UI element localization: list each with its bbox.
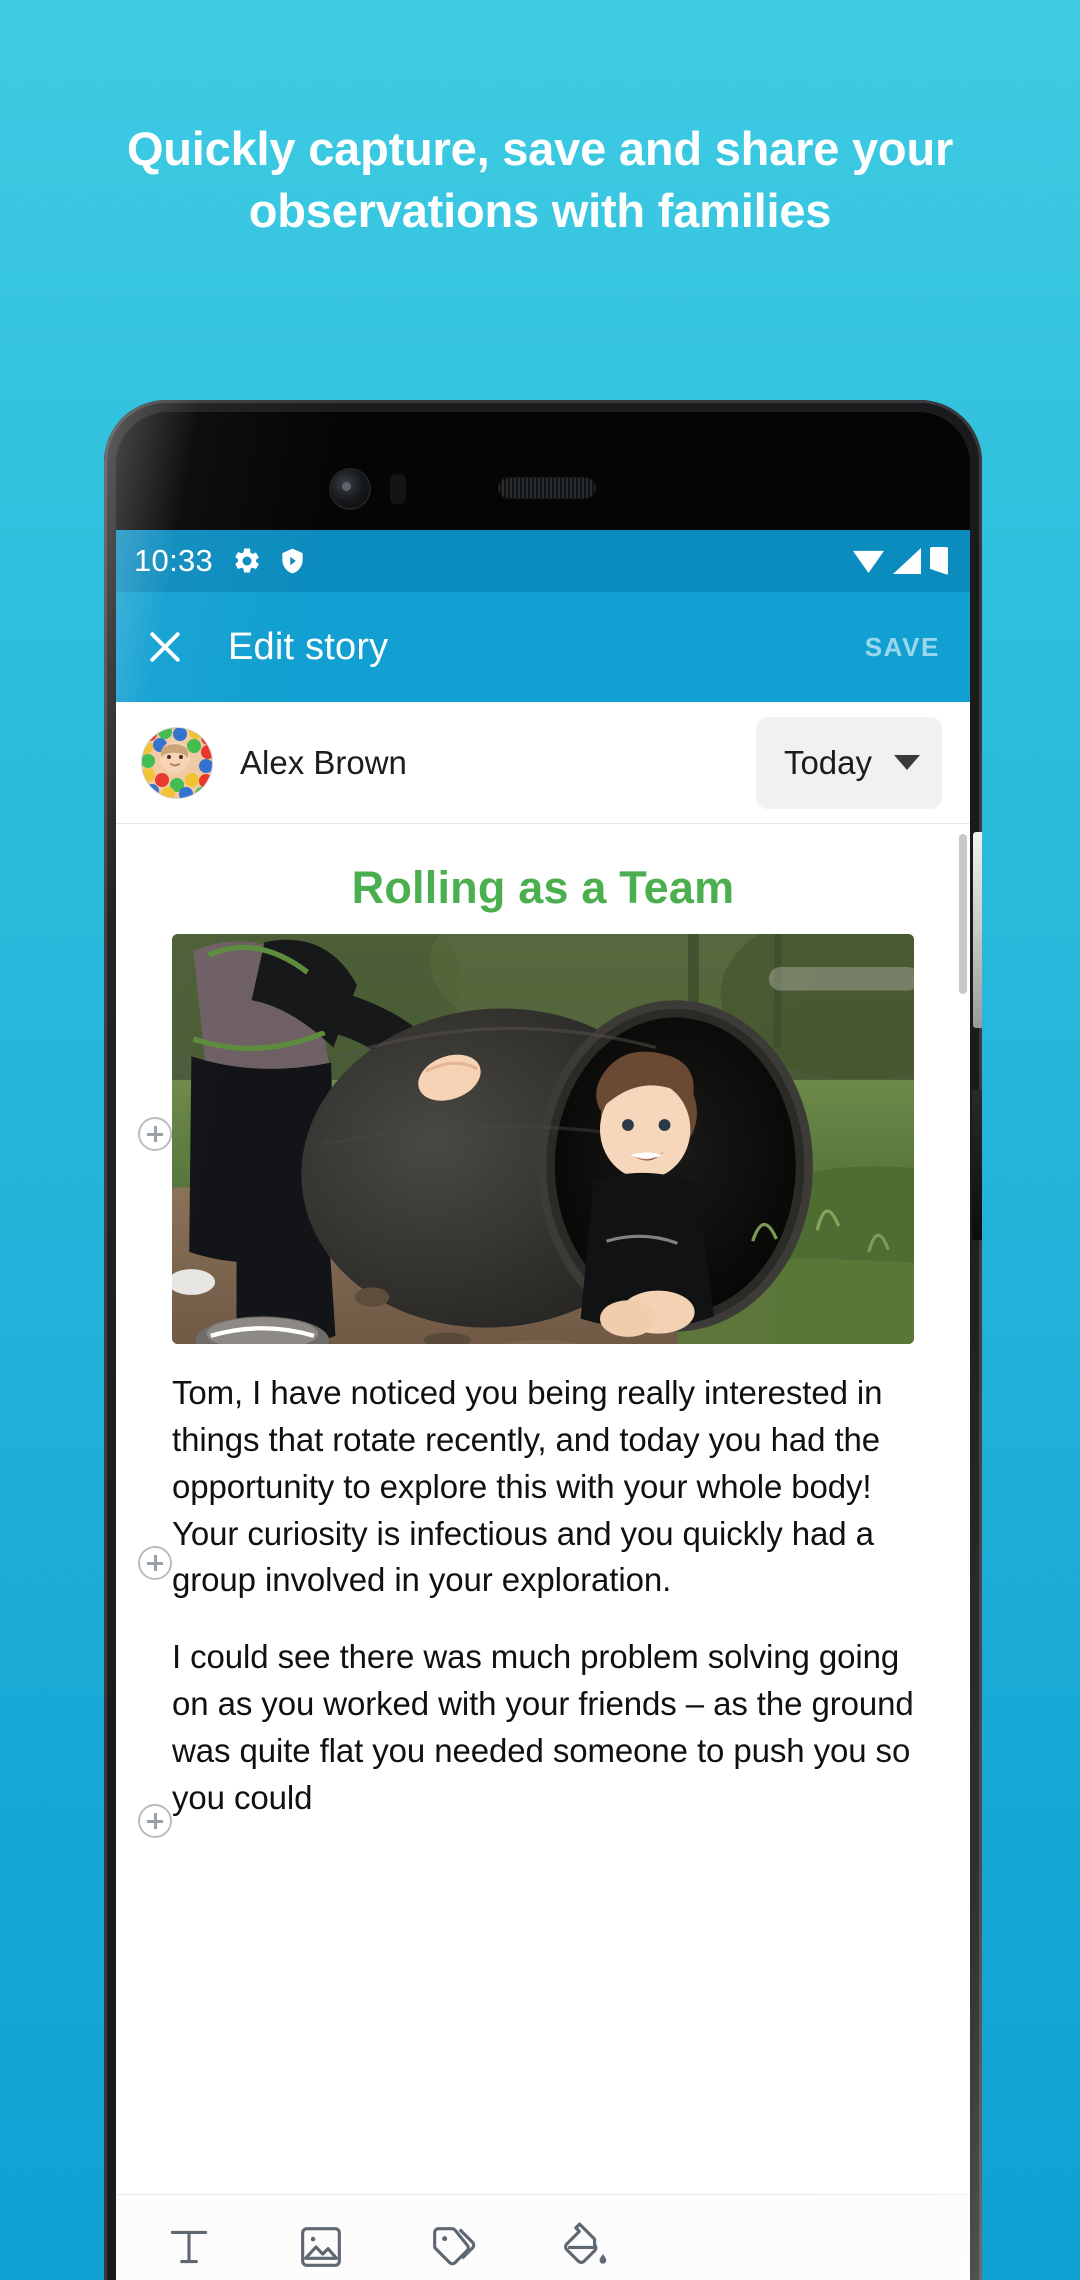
- image-icon[interactable]: [296, 2222, 346, 2272]
- chevron-down-icon: [894, 755, 920, 770]
- page-title: Edit story: [228, 625, 389, 668]
- date-dropdown[interactable]: Today: [755, 716, 942, 809]
- story-photo-image: [172, 934, 914, 1344]
- story-title[interactable]: Rolling as a Team: [116, 824, 970, 924]
- shield-play-icon: [282, 548, 303, 574]
- author-row: Alex Brown Today: [116, 702, 970, 824]
- status-bar: 10:33: [116, 530, 970, 592]
- story-paragraph[interactable]: Tom, I have noticed you being really int…: [172, 1370, 914, 1604]
- add-block-icon[interactable]: [138, 1546, 172, 1580]
- app-bar: Edit story SAVE: [116, 592, 970, 702]
- status-bar-time: 10:33: [134, 543, 214, 578]
- cell-signal-icon: [893, 548, 921, 574]
- story-content: Rolling as a Team Tom, I have noticed yo…: [116, 824, 970, 2194]
- proximity-sensor-icon: [390, 474, 406, 504]
- status-bar-right-icons: [853, 547, 948, 575]
- paint-bucket-icon[interactable]: [560, 2222, 610, 2272]
- battery-icon: [930, 547, 948, 575]
- front-camera-icon: [331, 470, 369, 508]
- close-icon[interactable]: [142, 624, 188, 670]
- phone-mockup: 10:33 Edit story SAVE Alex Brown Today R…: [104, 400, 982, 2280]
- volume-button[interactable]: [973, 832, 982, 1028]
- phone-screen: 10:33 Edit story SAVE Alex Brown Today R…: [116, 530, 970, 2280]
- power-button[interactable]: [972, 1090, 982, 1240]
- author-name: Alex Brown: [240, 743, 407, 781]
- story-photo[interactable]: [172, 934, 914, 1344]
- date-dropdown-label: Today: [783, 743, 872, 781]
- gear-icon: [235, 548, 259, 573]
- story-paragraph[interactable]: I could see there was much problem solvi…: [172, 1634, 914, 1821]
- avatar-image: [142, 727, 212, 798]
- earpiece-speaker-icon: [498, 477, 596, 499]
- wifi-icon: [853, 550, 884, 573]
- promo-headline: Quickly capture, save and share your obs…: [126, 122, 954, 238]
- avatar[interactable]: [142, 727, 212, 798]
- tags-icon[interactable]: [428, 2222, 478, 2272]
- status-bar-left-icons: [232, 546, 306, 576]
- content-fade: [116, 2180, 970, 2194]
- content-scrollbar[interactable]: [959, 834, 967, 994]
- add-block-icon[interactable]: [138, 1804, 172, 1838]
- phone-bezel: 10:33 Edit story SAVE Alex Brown Today R…: [116, 412, 970, 2280]
- text-format-icon[interactable]: [164, 2222, 214, 2272]
- edit-toolbar: [116, 2194, 970, 2280]
- add-block-icon[interactable]: [138, 1117, 172, 1151]
- save-button[interactable]: SAVE: [865, 632, 940, 663]
